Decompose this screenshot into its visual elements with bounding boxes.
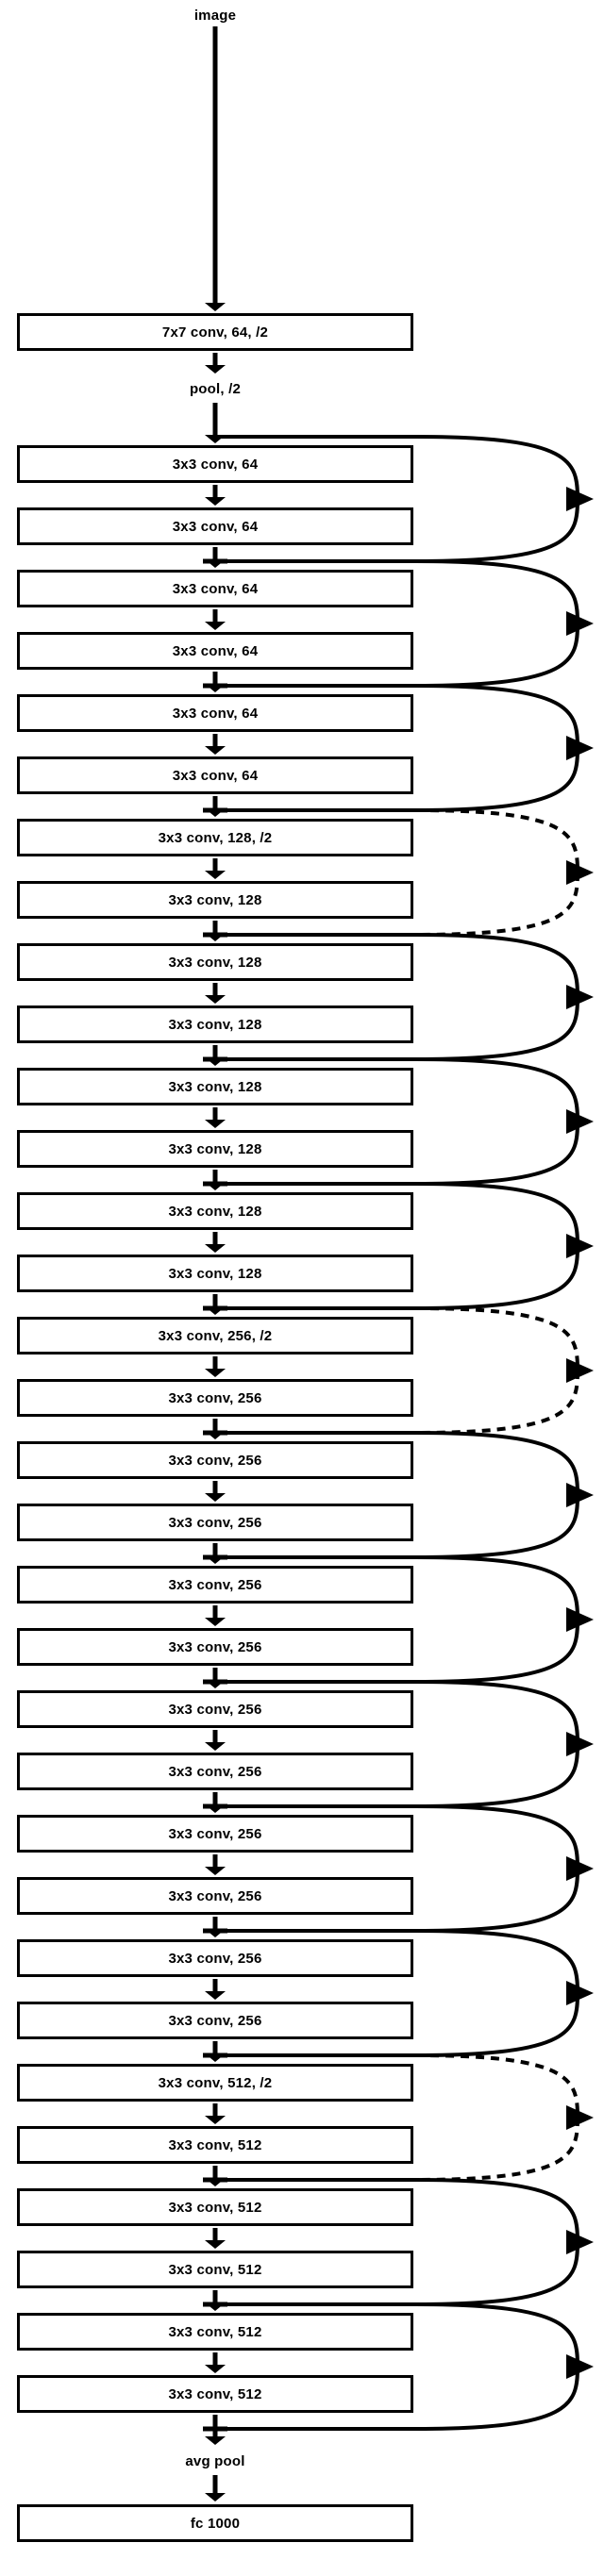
flow-arrow-head-29: [205, 2116, 226, 2124]
flow-arrow-head-13: [205, 1120, 226, 1128]
flow-arrow-head-28: [205, 2053, 226, 2062]
flow-arrow-head-23: [205, 1742, 226, 1751]
op-label-n35: avg pool: [185, 2452, 245, 2469]
flow-arrow-head-27: [205, 1991, 226, 2000]
layer-box-n17: 3x3 conv, 256, /2: [17, 1317, 413, 1354]
skip-arrow-head-8: [566, 1483, 594, 1507]
layer-box-n23: 3x3 conv, 256: [17, 1690, 413, 1728]
layer-box-n31: 3x3 conv, 512: [17, 2188, 413, 2226]
diagram-title: image: [193, 7, 237, 24]
layer-box-n32: 3x3 conv, 512: [17, 2251, 413, 2288]
layer-box-n13: 3x3 conv, 128: [17, 1068, 413, 1105]
skip-arrow-head-2: [566, 736, 594, 760]
op-label-n2: pool, /2: [189, 380, 242, 397]
flow-arrow-head-14: [205, 1182, 226, 1190]
layer-box-n21: 3x3 conv, 256: [17, 1566, 413, 1604]
flow-arrow-head-8: [205, 808, 226, 817]
flow-arrow-head-21: [205, 1618, 226, 1626]
flow-arrow-head-22: [205, 1680, 226, 1688]
skip-arrow-head-15: [566, 2354, 594, 2379]
flow-arrow-head-4: [205, 559, 226, 568]
flow-arrow-head-17: [205, 1369, 226, 1377]
layer-box-n20: 3x3 conv, 256: [17, 1504, 413, 1541]
flow-arrow-head-3: [205, 497, 226, 506]
flow-arrow-head-31: [205, 2240, 226, 2249]
layer-box-n8: 3x3 conv, 64: [17, 756, 413, 794]
skip-arrow-head-3: [566, 860, 594, 885]
layer-box-n10: 3x3 conv, 128: [17, 881, 413, 919]
flow-arrow-head-32: [205, 2302, 226, 2311]
layer-box-n29: 3x3 conv, 512, /2: [17, 2064, 413, 2102]
skip-arrow-head-7: [566, 1358, 594, 1383]
layer-box-n4: 3x3 conv, 64: [17, 507, 413, 545]
layer-box-n1: 7x7 conv, 64, /2: [17, 313, 413, 351]
flow-arrow-head-12: [205, 1057, 226, 1066]
layer-box-n3: 3x3 conv, 64: [17, 445, 413, 483]
layer-box-n36: fc 1000: [17, 2504, 413, 2542]
flow-arrow-head-20: [205, 1555, 226, 1564]
skip-arrow-head-14: [566, 2230, 594, 2254]
flow-arrow-head-0: [205, 303, 226, 311]
resnet-architecture-diagram: image 7x7 conv, 64, /2 pool, /2 3x3 conv, 6…: [0, 0, 604, 2576]
skip-arrow-head-4: [566, 985, 594, 1009]
layer-box-n15: 3x3 conv, 128: [17, 1192, 413, 1230]
flow-arrow-head-34: [205, 2436, 226, 2445]
layer-box-n34: 3x3 conv, 512: [17, 2375, 413, 2413]
flow-arrow-head-9: [205, 871, 226, 879]
skip-arrow-head-9: [566, 1607, 594, 1632]
layer-box-n24: 3x3 conv, 256: [17, 1753, 413, 1790]
layer-box-n7: 3x3 conv, 64: [17, 694, 413, 732]
layer-box-n22: 3x3 conv, 256: [17, 1628, 413, 1666]
skip-arrow-head-6: [566, 1234, 594, 1258]
skip-arrow-head-12: [566, 1981, 594, 2005]
layer-box-n27: 3x3 conv, 256: [17, 1939, 413, 1977]
flow-arrow-head-16: [205, 1306, 226, 1315]
flow-arrow-head-2: [205, 435, 226, 443]
flow-arrow-head-24: [205, 1804, 226, 1813]
flow-arrow-head-1: [205, 365, 226, 374]
layer-box-n33: 3x3 conv, 512: [17, 2313, 413, 2351]
layer-box-n25: 3x3 conv, 256: [17, 1815, 413, 1853]
flow-arrow-head-15: [205, 1244, 226, 1253]
layer-box-n12: 3x3 conv, 128: [17, 1005, 413, 1043]
layer-box-n14: 3x3 conv, 128: [17, 1130, 413, 1168]
skip-arrow-head-10: [566, 1732, 594, 1756]
flow-arrow-head-33: [205, 2365, 226, 2373]
skip-arrow-head-0: [566, 487, 594, 511]
layer-box-n19: 3x3 conv, 256: [17, 1441, 413, 1479]
layer-box-n26: 3x3 conv, 256: [17, 1877, 413, 1915]
layer-box-n16: 3x3 conv, 128: [17, 1255, 413, 1292]
flow-arrow-head-6: [205, 684, 226, 692]
layer-box-n30: 3x3 conv, 512: [17, 2126, 413, 2164]
flow-arrow-head-25: [205, 1867, 226, 1875]
flow-arrow-head-30: [205, 2178, 226, 2186]
flow-arrow-head-26: [205, 1929, 226, 1937]
layer-box-n9: 3x3 conv, 128, /2: [17, 819, 413, 856]
layer-box-n5: 3x3 conv, 64: [17, 570, 413, 607]
flow-arrow-head-11: [205, 995, 226, 1004]
flow-arrow-head-5: [205, 622, 226, 630]
flow-arrow-head-10: [205, 933, 226, 941]
flow-arrow-head-19: [205, 1493, 226, 1502]
layer-box-n11: 3x3 conv, 128: [17, 943, 413, 981]
layer-box-n18: 3x3 conv, 256: [17, 1379, 413, 1417]
skip-arrow-head-5: [566, 1109, 594, 1134]
skip-arrow-head-1: [566, 611, 594, 636]
layer-box-n6: 3x3 conv, 64: [17, 632, 413, 670]
flow-arrow-head-35: [205, 2493, 226, 2501]
flow-arrow-head-18: [205, 1431, 226, 1439]
layer-box-n28: 3x3 conv, 256: [17, 2002, 413, 2039]
flow-arrow-head-7: [205, 746, 226, 755]
skip-arrow-head-11: [566, 1856, 594, 1881]
skip-arrow-head-13: [566, 2105, 594, 2130]
